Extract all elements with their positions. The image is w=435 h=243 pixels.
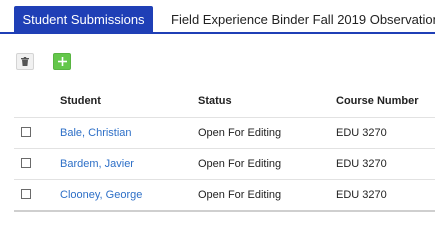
row-checkbox[interactable] [21, 127, 31, 137]
submissions-table: Student Status Course Number Bale, Chris… [14, 86, 435, 212]
status-text: Open For Editing [198, 158, 282, 170]
student-link[interactable]: Bale, Christian [60, 118, 132, 148]
row-checkbox[interactable] [21, 158, 31, 168]
row-checkbox[interactable] [21, 189, 31, 199]
student-link[interactable]: Clooney, George [60, 180, 142, 210]
status-text: Open For Editing [198, 189, 282, 201]
status-text: Open For Editing [198, 127, 282, 139]
table-row: Bardem, Javier Open For Editing EDU 3270 [14, 149, 435, 180]
tab-field-experience-binder[interactable]: Field Experience Binder Fall 2019 Observ… [171, 6, 435, 33]
header-student[interactable]: Student [60, 86, 101, 117]
table-row: Clooney, George Open For Editing EDU 327… [14, 180, 435, 212]
header-course-number[interactable]: Course Number [336, 86, 419, 117]
header-status[interactable]: Status [198, 86, 232, 117]
student-link[interactable]: Bardem, Javier [60, 149, 134, 179]
delete-button[interactable] [16, 53, 34, 70]
trash-icon [21, 57, 29, 66]
course-number: EDU 3270 [336, 127, 387, 139]
plus-icon [57, 57, 67, 66]
table-row: Bale, Christian Open For Editing EDU 327… [14, 118, 435, 149]
tab-bar: Student Submissions Field Experience Bin… [0, 0, 435, 34]
course-number: EDU 3270 [336, 158, 387, 170]
table-header: Student Status Course Number [14, 86, 435, 118]
add-button[interactable] [53, 53, 71, 70]
course-number: EDU 3270 [336, 189, 387, 201]
tab-student-submissions[interactable]: Student Submissions [14, 6, 153, 33]
